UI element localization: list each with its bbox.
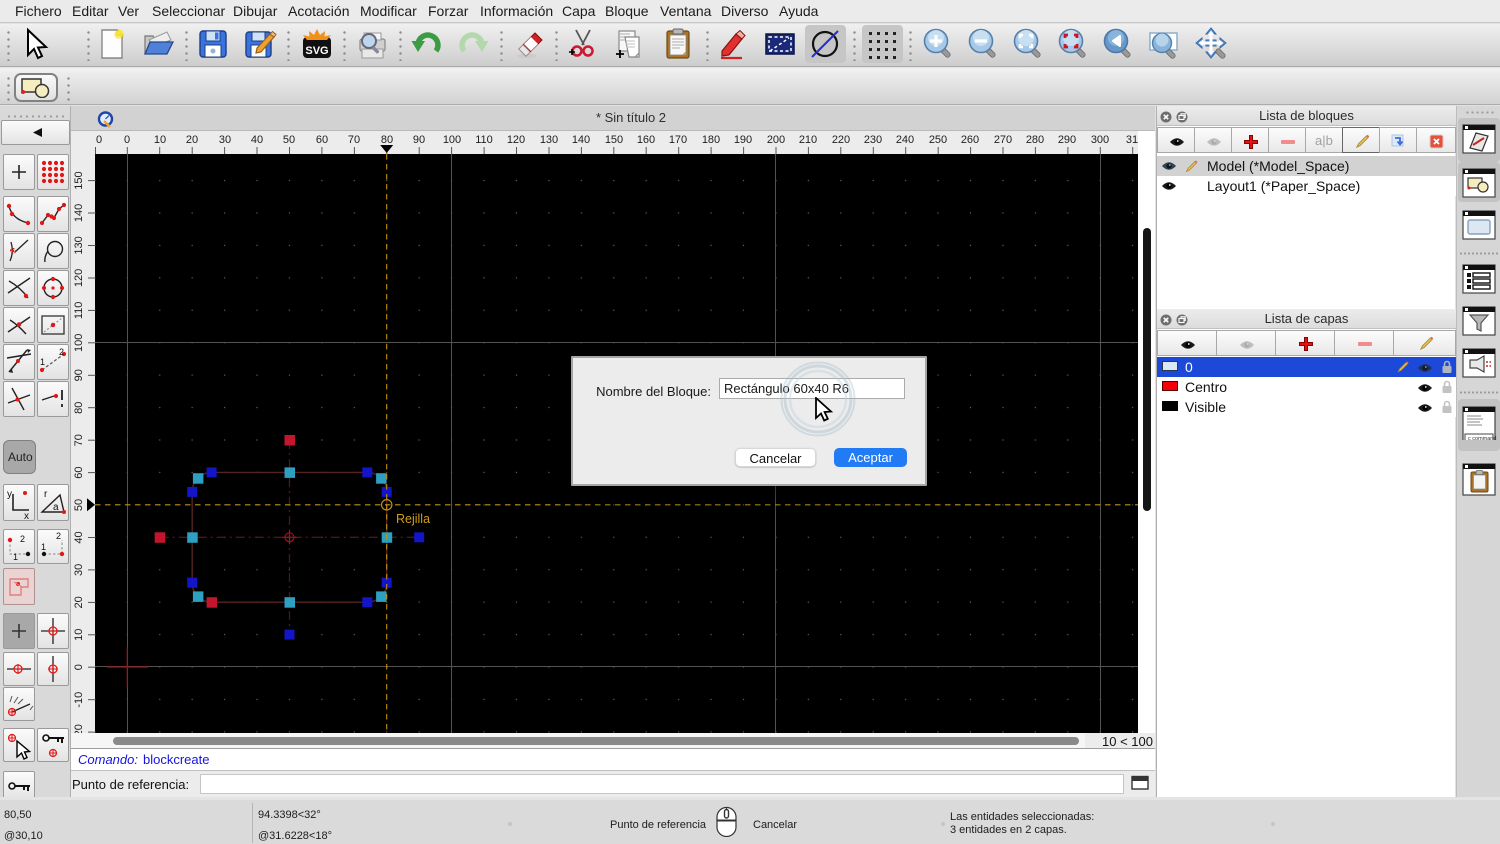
svg-text:70: 70 [348, 134, 360, 146]
svg-text:50: 50 [283, 134, 295, 146]
svg-text:270: 270 [994, 134, 1012, 146]
svg-text:20: 20 [73, 596, 85, 608]
svg-text:r: r [44, 489, 48, 500]
svg-text:90: 90 [73, 369, 85, 381]
svg-text:180: 180 [702, 134, 720, 146]
svg-text:31: 31 [1126, 134, 1138, 146]
svg-text:110: 110 [475, 134, 493, 146]
svg-text:80: 80 [381, 134, 393, 146]
svg-text:c command: c command [1468, 436, 1496, 440]
svg-text:0: 0 [96, 134, 102, 146]
svg-text:50: 50 [73, 499, 85, 511]
svg-text:2: 2 [56, 531, 61, 541]
svg-text:140: 140 [572, 134, 590, 146]
svg-text:140: 140 [73, 204, 85, 222]
svg-text:240: 240 [896, 134, 914, 146]
svg-text:40: 40 [251, 134, 263, 146]
svg-text:220: 220 [832, 134, 850, 146]
svg-text:150: 150 [73, 171, 85, 189]
svg-text:60: 60 [73, 466, 85, 478]
svg-text:10: 10 [73, 629, 85, 641]
svg-text:30: 30 [219, 134, 231, 146]
svg-text:60: 60 [316, 134, 328, 146]
svg-text:20: 20 [186, 134, 198, 146]
svg-text:y: y [7, 489, 12, 500]
svg-text:150: 150 [605, 134, 623, 146]
svg-text:290: 290 [1058, 134, 1076, 146]
svg-text:70: 70 [73, 434, 85, 446]
svg-text:300: 300 [1091, 134, 1109, 146]
svg-text:80: 80 [73, 402, 85, 414]
svg-text:90: 90 [413, 134, 425, 146]
svg-text:0: 0 [124, 134, 130, 146]
svg-text:100: 100 [443, 134, 461, 146]
svg-text:100: 100 [73, 334, 85, 352]
svg-text:Rejilla: Rejilla [396, 512, 430, 526]
svg-text:SVG: SVG [305, 45, 328, 57]
svg-text:170: 170 [669, 134, 687, 146]
svg-text:210: 210 [799, 134, 817, 146]
svg-text:30: 30 [73, 564, 85, 576]
svg-text:130: 130 [540, 134, 558, 146]
svg-text:260: 260 [961, 134, 979, 146]
svg-text:-20: -20 [73, 724, 85, 733]
svg-text:230: 230 [864, 134, 882, 146]
svg-text:200: 200 [767, 134, 785, 146]
svg-text:0: 0 [73, 664, 85, 670]
svg-text:1: 1 [40, 357, 45, 367]
svg-text:250: 250 [929, 134, 947, 146]
svg-text:130: 130 [73, 236, 85, 254]
svg-text:110: 110 [73, 302, 85, 320]
svg-text:280: 280 [1026, 134, 1044, 146]
svg-text:1: 1 [41, 542, 46, 552]
svg-text:a: a [53, 502, 59, 513]
svg-text:1: 1 [13, 552, 18, 562]
svg-text:40: 40 [73, 531, 85, 543]
svg-text:x: x [24, 511, 29, 520]
svg-text:2: 2 [20, 534, 25, 544]
svg-text:120: 120 [73, 269, 85, 287]
svg-text:160: 160 [637, 134, 655, 146]
svg-text:-10: -10 [73, 692, 85, 708]
svg-text:120: 120 [507, 134, 525, 146]
svg-text:190: 190 [734, 134, 752, 146]
svg-text:10: 10 [154, 134, 166, 146]
svg-text:2: 2 [59, 347, 64, 357]
